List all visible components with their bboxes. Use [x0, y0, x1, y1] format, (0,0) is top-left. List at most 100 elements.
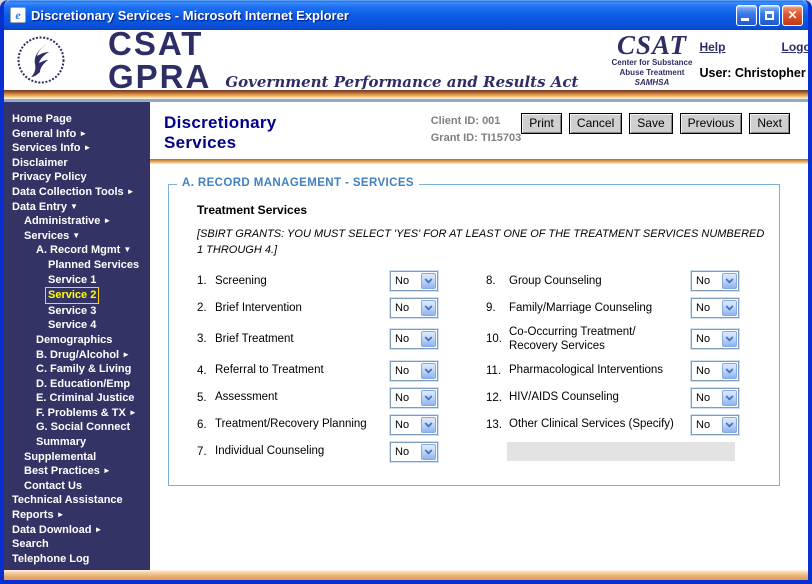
- previous-button[interactable]: Previous: [680, 113, 743, 134]
- sidebar-item-f-problems-tx[interactable]: F. Problems & TX►: [4, 406, 150, 421]
- chevron-down-icon: [424, 278, 433, 284]
- sidebar-item-label: Services Info: [12, 141, 80, 156]
- yes-no-select[interactable]: No: [390, 388, 438, 408]
- sidebar-item-label: Supplemental: [24, 450, 96, 465]
- minimize-button[interactable]: [736, 5, 757, 26]
- sidebar-item-planned-services[interactable]: Planned Services: [4, 258, 150, 273]
- sidebar-item-g-social-connect[interactable]: G. Social Connect: [4, 420, 150, 435]
- save-button[interactable]: Save: [629, 113, 672, 134]
- chevron-down-icon: [424, 395, 433, 401]
- grant-id: Grant ID: TI15703: [431, 130, 521, 147]
- select-arrow-button[interactable]: [421, 300, 436, 316]
- sidebar-item-reports[interactable]: Reports►: [4, 508, 150, 523]
- item-label: Assessment: [215, 390, 390, 404]
- other-clinical-specify-input[interactable]: [507, 442, 735, 461]
- sidebar-item-c-family-living[interactable]: C. Family & Living: [4, 362, 150, 377]
- yes-no-select[interactable]: No: [390, 442, 438, 462]
- sidebar-item-best-practices[interactable]: Best Practices►: [4, 464, 150, 479]
- select-arrow-button[interactable]: [722, 331, 737, 347]
- next-button[interactable]: Next: [749, 113, 790, 134]
- sidebar-item-summary[interactable]: Summary: [4, 435, 150, 450]
- sidebar-item-label: Administrative: [24, 214, 100, 229]
- sidebar-item-a-record-mgmt[interactable]: A. Record Mgmt▼: [4, 243, 150, 258]
- sidebar-item-label: G. Social Connect: [36, 420, 130, 435]
- select-arrow-button[interactable]: [421, 417, 436, 433]
- select-arrow-button[interactable]: [722, 417, 737, 433]
- yes-no-select[interactable]: No: [691, 361, 739, 381]
- select-arrow-button[interactable]: [421, 390, 436, 406]
- select-arrow-button[interactable]: [722, 300, 737, 316]
- sidebar-item-administrative[interactable]: Administrative►: [4, 214, 150, 229]
- sidebar-item-label: Home Page: [12, 112, 72, 127]
- close-button[interactable]: ✕: [782, 5, 803, 26]
- service-item: 13. Other Clinical Services (Specify) No: [486, 415, 739, 435]
- sidebar-item-supplemental[interactable]: Supplemental: [4, 450, 150, 465]
- sidebar-item-data-entry[interactable]: Data Entry▼: [4, 200, 150, 215]
- service-item: 9. Family/Marriage Counseling No: [486, 298, 739, 318]
- yes-no-select[interactable]: No: [691, 329, 739, 349]
- submenu-arrow-icon: ►: [129, 408, 137, 417]
- item-number: 8.: [486, 275, 509, 287]
- sidebar-item-b-drug-alcohol[interactable]: B. Drug/Alcohol►: [4, 348, 150, 363]
- sidebar-item-data-collection-tools[interactable]: Data Collection Tools►: [4, 185, 150, 200]
- sidebar-item-service-3[interactable]: Service 3: [4, 304, 150, 319]
- sidebar-item-service-1[interactable]: Service 1: [4, 273, 150, 288]
- select-arrow-button[interactable]: [722, 363, 737, 379]
- service-item: 6. Treatment/Recovery Planning No: [197, 415, 438, 435]
- sidebar-item-label: Technical Assistance: [12, 493, 123, 508]
- sidebar-item-services[interactable]: Services▼: [4, 229, 150, 244]
- select-arrow-button[interactable]: [421, 331, 436, 347]
- select-arrow-button[interactable]: [421, 273, 436, 289]
- select-value: No: [696, 275, 710, 287]
- sidebar-item-home-page[interactable]: Home Page: [4, 112, 150, 127]
- sidebar-item-demographics[interactable]: Demographics: [4, 333, 150, 348]
- sidebar-item-privacy-policy[interactable]: Privacy Policy: [4, 170, 150, 185]
- yes-no-select[interactable]: No: [691, 415, 739, 435]
- sidebar-item-disclaimer[interactable]: Disclaimer: [4, 156, 150, 171]
- sidebar-item-service-2[interactable]: Service 2: [4, 287, 150, 304]
- chevron-down-icon: [424, 305, 433, 311]
- sidebar-item-contact-us[interactable]: Contact Us: [4, 479, 150, 494]
- yes-no-select[interactable]: No: [390, 329, 438, 349]
- select-arrow-button[interactable]: [722, 390, 737, 406]
- select-value: No: [395, 446, 409, 458]
- sidebar-item-label: Search: [12, 537, 49, 552]
- sidebar-item-technical-assistance[interactable]: Technical Assistance: [4, 493, 150, 508]
- logged-in-user: User: Christopher Shumway: [699, 66, 812, 80]
- item-number: 3.: [197, 333, 215, 345]
- print-button[interactable]: Print: [521, 113, 562, 134]
- select-arrow-button[interactable]: [722, 273, 737, 289]
- yes-no-select[interactable]: No: [390, 298, 438, 318]
- logout-link[interactable]: Logout: [781, 40, 812, 54]
- main-content: Discretionary Services Client ID: 001 Gr…: [150, 102, 808, 570]
- yes-no-select[interactable]: No: [691, 271, 739, 291]
- item-number: 2.: [197, 302, 215, 314]
- bottom-gold-bar: [4, 570, 808, 580]
- help-link[interactable]: Help: [699, 40, 725, 54]
- item-label: Co-Occurring Treatment/Recovery Services: [509, 325, 691, 354]
- sidebar-item-data-download[interactable]: Data Download►: [4, 523, 150, 538]
- sidebar-item-d-education-emp[interactable]: D. Education/Emp: [4, 377, 150, 392]
- select-value: No: [395, 333, 409, 345]
- sidebar-item-services-info[interactable]: Services Info►: [4, 141, 150, 156]
- yes-no-select[interactable]: No: [691, 388, 739, 408]
- sidebar-item-search[interactable]: Search: [4, 537, 150, 552]
- yes-no-select[interactable]: No: [390, 271, 438, 291]
- select-value: No: [696, 333, 710, 345]
- sidebar-item-e-criminal-justice[interactable]: E. Criminal Justice: [4, 391, 150, 406]
- sidebar-item-service-4[interactable]: Service 4: [4, 318, 150, 333]
- yes-no-select[interactable]: No: [390, 415, 438, 435]
- cancel-button[interactable]: Cancel: [569, 113, 622, 134]
- sidebar-item-telephone-log[interactable]: Telephone Log: [4, 552, 150, 567]
- sidebar-item-general-info[interactable]: General Info►: [4, 127, 150, 142]
- yes-no-select[interactable]: No: [691, 298, 739, 318]
- select-arrow-button[interactable]: [421, 363, 436, 379]
- select-arrow-button[interactable]: [421, 444, 436, 460]
- chevron-down-icon: [725, 305, 734, 311]
- window-title: Discretionary Services - Microsoft Inter…: [31, 8, 736, 23]
- item-number: 12.: [486, 392, 509, 404]
- yes-no-select[interactable]: No: [390, 361, 438, 381]
- sidebar-item-label: Data Download: [12, 523, 91, 538]
- service-item: 3. Brief Treatment No: [197, 329, 438, 349]
- maximize-button[interactable]: [759, 5, 780, 26]
